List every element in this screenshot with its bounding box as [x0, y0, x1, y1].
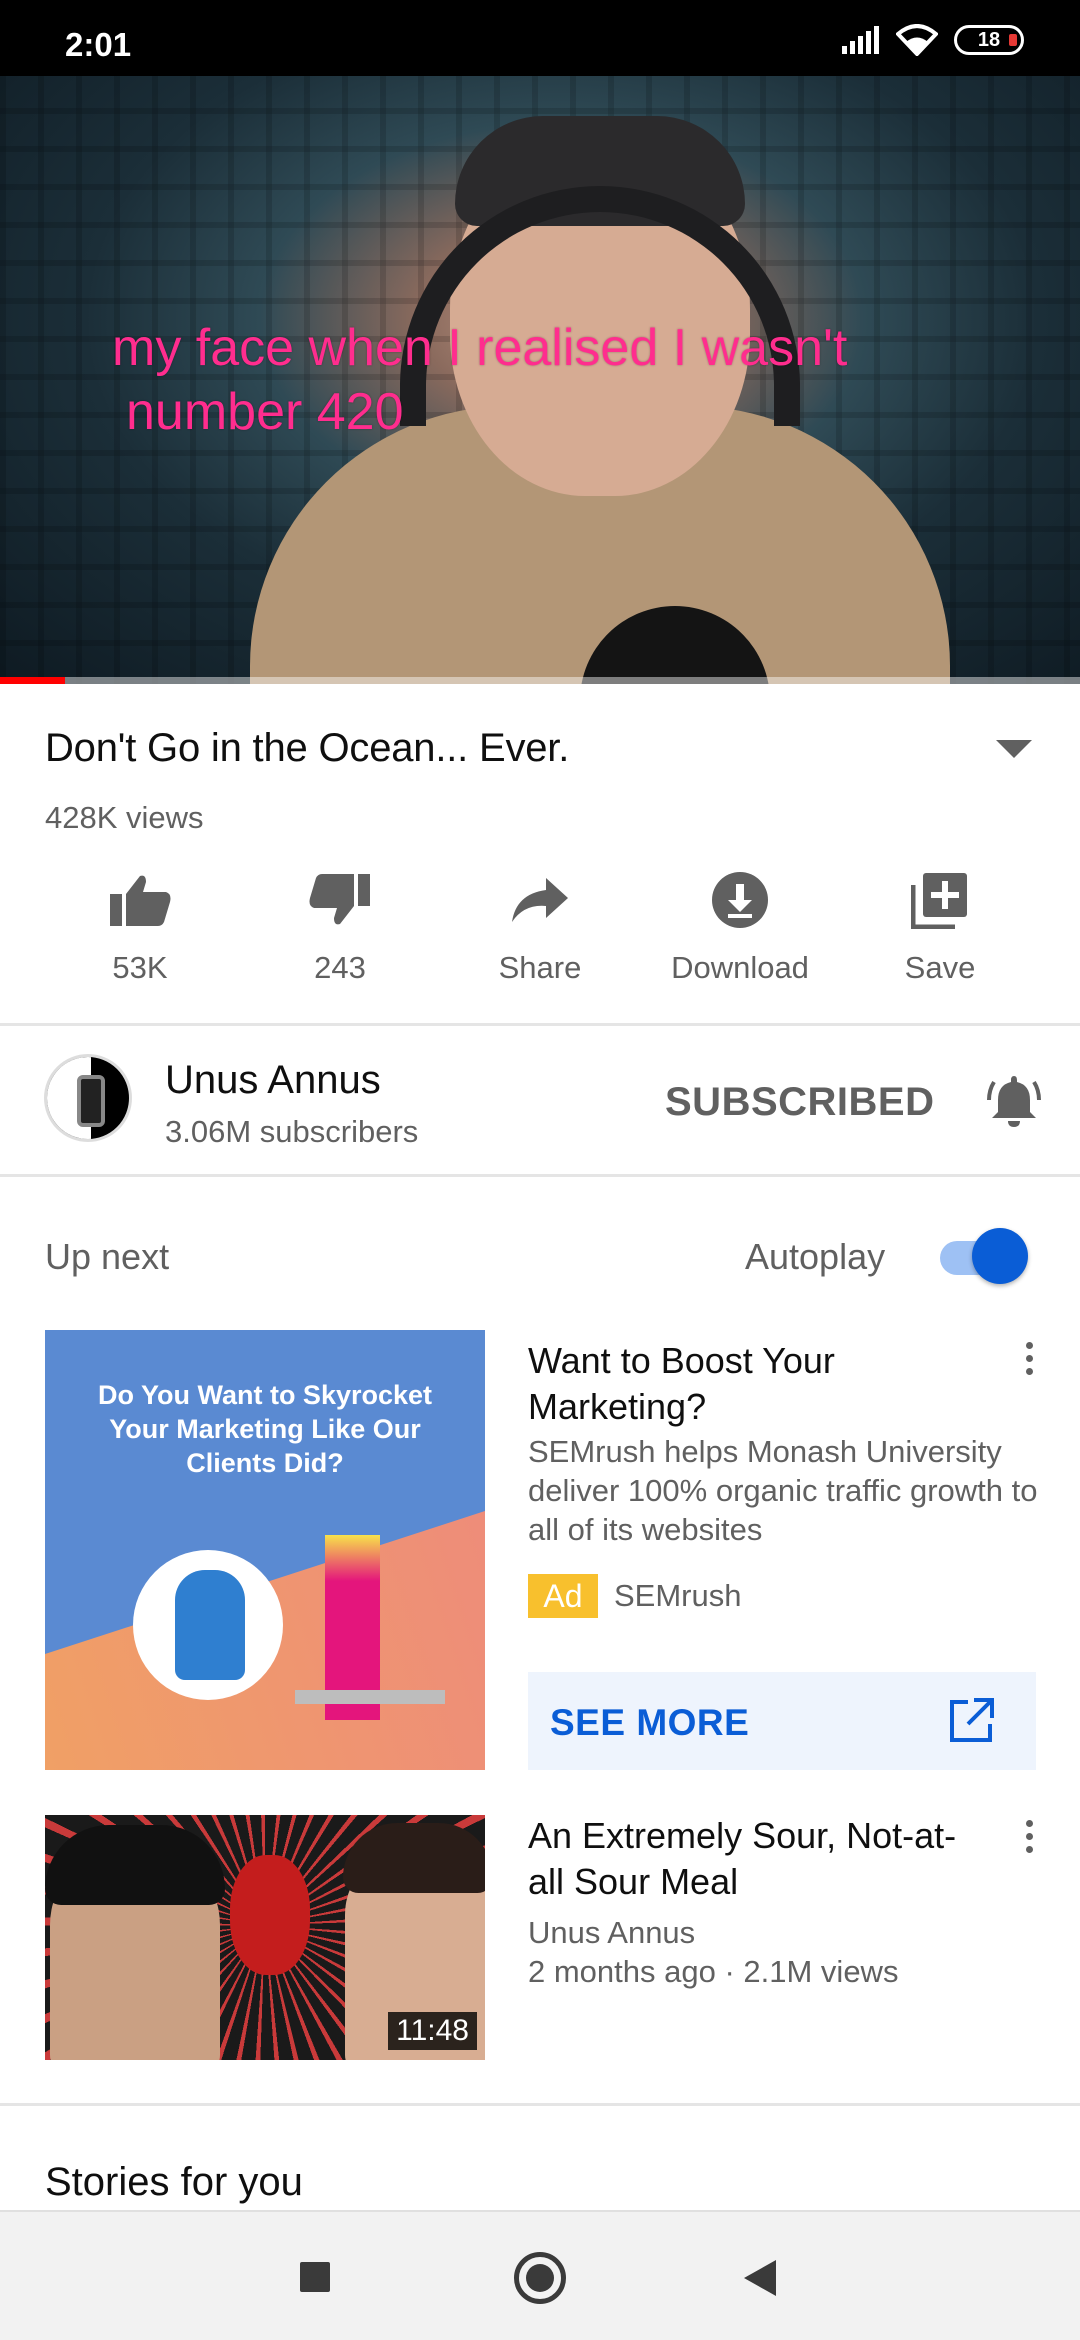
save-label: Save	[904, 950, 976, 985]
dislike-button[interactable]: 243	[240, 868, 440, 988]
recents-icon[interactable]	[300, 2262, 330, 2292]
stories-section-title: Stories for you	[45, 2160, 303, 2204]
see-more-button[interactable]: SEE MORE	[528, 1672, 1036, 1770]
like-count: 53K	[112, 950, 168, 985]
open-external-icon	[950, 1698, 994, 1742]
hourglass-icon	[77, 1075, 105, 1127]
subscribed-button[interactable]: SUBSCRIBED	[665, 1080, 934, 1125]
download-icon	[708, 868, 772, 932]
video-title: Don't Go in the Ocean... Ever.	[45, 726, 570, 770]
save-button[interactable]: Save	[840, 868, 1040, 988]
status-time: 2:01	[65, 26, 132, 63]
video-caption-overlay: my face when I realised I wasn't number …	[112, 316, 847, 444]
caption-line-1: my face when I realised I wasn't	[112, 319, 848, 377]
thumb-down-icon	[308, 868, 372, 932]
channel-name[interactable]: Unus Annus	[165, 1058, 381, 1103]
signal-icon	[842, 26, 879, 54]
video-duration: 11:48	[388, 2012, 477, 2050]
more-vert-icon[interactable]	[1026, 1820, 1034, 1860]
video-player[interactable]: my face when I realised I wasn't number …	[0, 76, 1080, 684]
download-label: Download	[671, 950, 809, 985]
notification-bell-icon[interactable]	[986, 1072, 1042, 1128]
like-button[interactable]: 53K	[40, 868, 240, 988]
divider	[0, 1023, 1080, 1026]
video-progress-bar[interactable]	[0, 677, 1080, 684]
autoplay-toggle-knob[interactable]	[972, 1228, 1028, 1284]
ad-thumbnail[interactable]: Do You Want to Skyrocket Your Marketing …	[45, 1330, 485, 1770]
more-vert-icon[interactable]	[1026, 1342, 1034, 1382]
share-label: Share	[498, 950, 582, 985]
autoplay-label: Autoplay	[745, 1236, 886, 1277]
system-nav-bar	[0, 2210, 1080, 2340]
channel-avatar[interactable]	[44, 1054, 132, 1142]
see-more-label: SEE MORE	[550, 1702, 750, 1743]
battery-level: 18	[977, 28, 1001, 51]
caption-line-2: number 420	[126, 383, 404, 441]
divider	[0, 2103, 1080, 2106]
battery-icon: 18	[954, 25, 1024, 55]
playlist-add-icon	[908, 868, 972, 932]
ad-badge: Ad	[528, 1574, 598, 1618]
status-icons: 18	[840, 24, 1024, 56]
share-icon	[508, 868, 572, 932]
video-thumbnail[interactable]: 11:48	[45, 1815, 485, 2060]
video-card-title[interactable]: An Extremely Sour, Not-at-all Sour Meal	[528, 1813, 968, 1905]
up-next-label: Up next	[45, 1236, 170, 1277]
download-button[interactable]: Download	[640, 868, 840, 988]
ad-advertiser: SEMrush	[614, 1578, 742, 1613]
video-actions: 53K 243 Share Download Save	[40, 868, 1040, 988]
ad-thumbnail-text: Do You Want to Skyrocket Your Marketing …	[97, 1380, 433, 1478]
ad-title[interactable]: Want to Boost Your Marketing?	[528, 1338, 968, 1430]
chevron-down-icon[interactable]	[996, 740, 1032, 758]
status-bar: 2:01 18	[0, 0, 1080, 76]
divider	[0, 1174, 1080, 1177]
video-progress-fill	[0, 677, 65, 684]
video-card-meta: 2 months ago · 2.1M views	[528, 1954, 899, 1989]
home-icon[interactable]	[514, 2252, 566, 2304]
ad-description: SEMrush helps Monash University deliver …	[528, 1434, 1038, 1547]
video-card-channel: Unus Annus	[528, 1915, 696, 1950]
thumb-up-icon	[108, 868, 172, 932]
subscriber-count: 3.06M subscribers	[165, 1114, 419, 1149]
view-count: 428K views	[45, 800, 204, 835]
back-icon[interactable]	[744, 2260, 776, 2296]
share-button[interactable]: Share	[440, 868, 640, 988]
wifi-icon	[896, 24, 938, 56]
dislike-count: 243	[314, 950, 366, 985]
